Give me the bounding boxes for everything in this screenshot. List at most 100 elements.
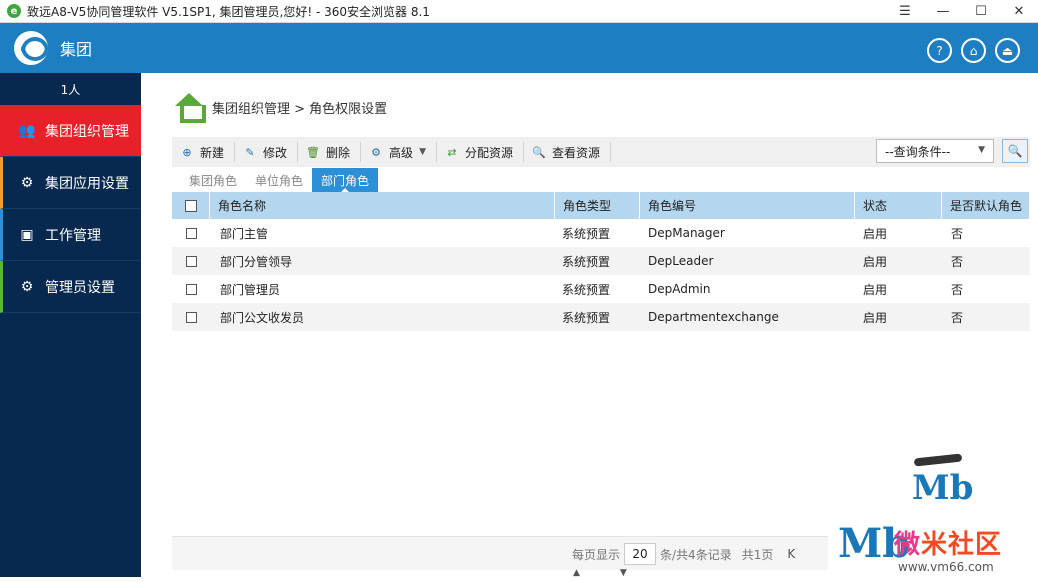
watermark-name: 微米社区 bbox=[894, 524, 1002, 561]
advanced-button[interactable]: ⚙ 高级 ▼ bbox=[361, 142, 437, 162]
sidebar-item-label: 集团应用设置 bbox=[45, 175, 129, 192]
new-button-label: 新建 bbox=[200, 145, 225, 160]
breadcrumb: 集团组织管理 > 角色权限设置 bbox=[172, 92, 388, 123]
column-header-role-name[interactable]: 角色名称 bbox=[210, 192, 555, 219]
header-actions: ? ⌂ ⏏ bbox=[927, 38, 1020, 63]
assign-resources-button[interactable]: ⇄ 分配资源 bbox=[437, 142, 524, 162]
tab-unit-roles[interactable]: 单位角色 bbox=[246, 168, 312, 192]
select-all-checkbox[interactable] bbox=[184, 199, 197, 212]
first-page-icon[interactable]: K bbox=[787, 547, 795, 561]
role-type: 系统预置 bbox=[562, 310, 611, 325]
watermark-logo-icon: Mb bbox=[910, 453, 974, 514]
sidebar: 1人 👥 集团组织管理 ⚙ 集团应用设置 ▣ 工作管理 ⚙ 管理员设置 bbox=[0, 73, 141, 577]
query-condition-value: --查询条件-- bbox=[885, 144, 951, 159]
role-status: 启用 bbox=[863, 226, 888, 241]
role-name: 部门公文收发员 bbox=[220, 310, 305, 325]
home-icon[interactable] bbox=[172, 93, 206, 123]
sidebar-item-org-management[interactable]: 👥 集团组织管理 bbox=[0, 105, 141, 157]
role-code: DepManager bbox=[648, 226, 725, 240]
chevron-down-icon: ▼ bbox=[419, 147, 426, 157]
app-header: 集团 ? ⌂ ⏏ bbox=[0, 23, 1038, 73]
gears-icon: ⚙ bbox=[20, 174, 34, 191]
new-button[interactable]: ⊕ 新建 bbox=[172, 142, 236, 162]
column-header-role-type[interactable]: 角色类型 bbox=[555, 192, 640, 219]
pager: 每页显示 20 条/共4条记录 共1页 K bbox=[572, 543, 795, 565]
app-title: 集团 bbox=[60, 40, 93, 59]
role-type: 系统预置 bbox=[562, 282, 611, 297]
role-name: 部门主管 bbox=[220, 226, 269, 241]
watermark: Mb Mb 微米社区 www.vm66.com bbox=[828, 450, 1038, 580]
table-row[interactable]: 部门管理员 系统预置 DepAdmin 启用 否 bbox=[172, 275, 1030, 303]
divider bbox=[0, 577, 141, 582]
delete-button[interactable]: 🗑 删除 bbox=[298, 142, 362, 162]
admin-gear-icon: ⚙ bbox=[20, 278, 34, 295]
role-status: 启用 bbox=[863, 310, 888, 325]
close-icon[interactable]: ✕ bbox=[1000, 0, 1038, 23]
tab-group-roles[interactable]: 集团角色 bbox=[180, 168, 246, 192]
scroll-arrows: ▲ ▼ bbox=[573, 568, 627, 578]
per-page-input[interactable]: 20 bbox=[624, 543, 657, 565]
role-code: DepAdmin bbox=[648, 282, 711, 296]
role-default: 否 bbox=[951, 226, 964, 241]
role-type: 系统预置 bbox=[562, 226, 611, 241]
breadcrumb-text: 集团组织管理 > 角色权限设置 bbox=[212, 101, 388, 117]
edit-icon: ✎ bbox=[245, 145, 255, 159]
total-records-label: 条/共4条记录 bbox=[660, 547, 732, 562]
role-name: 部门分管领导 bbox=[220, 254, 293, 269]
row-checkbox[interactable] bbox=[185, 255, 197, 267]
column-header-default-role[interactable]: 是否默认角色 bbox=[942, 192, 1030, 219]
menu-icon[interactable]: ☰ bbox=[886, 0, 924, 23]
user-count: 1人 bbox=[60, 82, 81, 97]
sidebar-item-app-settings[interactable]: ⚙ 集团应用设置 bbox=[0, 157, 141, 209]
minimize-icon[interactable]: — bbox=[924, 0, 962, 23]
role-code: DepLeader bbox=[648, 254, 714, 268]
row-checkbox[interactable] bbox=[185, 227, 197, 239]
watermark-url: www.vm66.com bbox=[898, 560, 994, 574]
role-default: 否 bbox=[951, 310, 964, 325]
query-condition-select[interactable]: --查询条件-- ▼ bbox=[876, 139, 994, 163]
home-icon[interactable]: ⌂ bbox=[961, 38, 986, 63]
sidebar-item-label: 管理员设置 bbox=[45, 279, 115, 296]
delete-button-label: 删除 bbox=[326, 145, 351, 160]
search-button[interactable]: 🔍 bbox=[1002, 139, 1028, 163]
table-row[interactable]: 部门公文收发员 系统预置 Departmentexchange 启用 否 bbox=[172, 303, 1030, 331]
help-icon[interactable]: ? bbox=[927, 38, 952, 63]
view-resources-button[interactable]: 🔍 查看资源 bbox=[524, 142, 612, 162]
table-row[interactable]: 部门分管领导 系统预置 DepLeader 启用 否 bbox=[172, 247, 1030, 275]
sidebar-item-admin-settings[interactable]: ⚙ 管理员设置 bbox=[0, 261, 141, 313]
role-default: 否 bbox=[951, 254, 964, 269]
per-page-label: 每页显示 bbox=[572, 547, 621, 562]
toolbar: ⊕ 新建 ✎ 修改 🗑 删除 ⚙ 高级 ▼ ⇄ 分配资源 🔍 查看资源 --查询… bbox=[172, 137, 1030, 167]
table-header: 角色名称 角色类型 角色编号 状态 是否默认角色 bbox=[172, 192, 1030, 219]
org-users-icon: 👥 bbox=[18, 122, 36, 139]
column-header-role-code[interactable]: 角色编号 bbox=[640, 192, 855, 219]
role-tabs: 集团角色 单位角色 部门角色 bbox=[180, 168, 379, 193]
tab-department-roles[interactable]: 部门角色 bbox=[312, 168, 379, 193]
scroll-down-icon[interactable]: ▼ bbox=[620, 568, 627, 578]
maximize-icon[interactable]: ☐ bbox=[962, 0, 1000, 23]
table-row[interactable]: 部门主管 系统预置 DepManager 启用 否 bbox=[172, 219, 1030, 247]
browser-titlebar: e 致远A8-V5协同管理软件 V5.1SP1, 集团管理员,您好! - 360… bbox=[0, 0, 1038, 23]
window-controls: ☰ — ☐ ✕ bbox=[886, 0, 1038, 23]
scroll-up-icon[interactable]: ▲ bbox=[573, 568, 580, 578]
sidebar-item-label: 集团组织管理 bbox=[45, 123, 129, 140]
watermark-name-a: 微 bbox=[894, 530, 922, 560]
search-icon: 🔍 bbox=[1007, 144, 1023, 158]
sidebar-item-label: 工作管理 bbox=[45, 227, 101, 244]
watermark-logo-text: Mb bbox=[912, 468, 974, 508]
row-checkbox[interactable] bbox=[185, 311, 197, 323]
roles-table: 角色名称 角色类型 角色编号 状态 是否默认角色 部门主管 系统预置 DepMa… bbox=[172, 192, 1030, 331]
role-name: 部门管理员 bbox=[220, 282, 281, 297]
seeyon-logo-icon bbox=[14, 31, 48, 65]
new-icon: ⊕ bbox=[182, 145, 192, 159]
watermark-name-b: 米社区 bbox=[921, 530, 1003, 560]
sidebar-item-work-management[interactable]: ▣ 工作管理 bbox=[0, 209, 141, 261]
row-checkbox[interactable] bbox=[185, 283, 197, 295]
logout-icon[interactable]: ⏏ bbox=[995, 38, 1020, 63]
role-code: Departmentexchange bbox=[648, 310, 779, 324]
assign-icon: ⇄ bbox=[447, 145, 457, 159]
edit-button[interactable]: ✎ 修改 bbox=[235, 142, 299, 162]
advanced-button-label: 高级 bbox=[389, 145, 414, 160]
column-header-status[interactable]: 状态 bbox=[855, 192, 942, 219]
view-search-icon: 🔍 bbox=[532, 145, 546, 159]
